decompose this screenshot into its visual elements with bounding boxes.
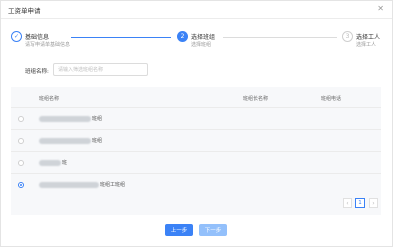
- step-3-number: 3: [342, 31, 353, 42]
- step-connector-2: [223, 37, 337, 38]
- dialog-header: 工资单申请 ✕: [1, 1, 392, 19]
- table-row-selected[interactable]: 班组工班组: [11, 173, 381, 195]
- table-row[interactable]: 班组: [11, 107, 381, 129]
- step-2-desc: 选择班组: [191, 42, 212, 48]
- row-radio[interactable]: [18, 160, 24, 166]
- redacted-team-name: [39, 138, 91, 144]
- redacted-team-name: [39, 116, 91, 122]
- column-header-team-name: 班组名称: [39, 96, 60, 102]
- step-3-title: 选择工人: [356, 34, 381, 41]
- team-table: 班组名称 班组长名称 班组电话 班组 班组 班 班组工班组: [11, 87, 381, 215]
- team-name-suffix: 班: [62, 160, 68, 166]
- wage-application-dialog: 工资单申请 ✕ ✓ 基础信息 请写申请单基础信息 2 选择班组 选择班组 3 选…: [0, 0, 393, 247]
- column-header-leader-name: 班组长名称: [243, 96, 269, 102]
- pagination-prev-icon[interactable]: ‹: [343, 198, 352, 208]
- row-radio[interactable]: [18, 138, 24, 144]
- team-name-search-input[interactable]: [53, 63, 148, 76]
- step-1-check-icon: ✓: [11, 31, 22, 42]
- close-icon[interactable]: ✕: [377, 4, 384, 13]
- pagination-next-icon[interactable]: ›: [369, 198, 378, 208]
- table-row[interactable]: 班: [11, 151, 381, 173]
- team-name-label: 班组名称:: [25, 69, 49, 75]
- team-name-suffix: 班组: [92, 116, 103, 122]
- next-step-button[interactable]: 下一步: [199, 224, 227, 236]
- step-1-desc: 请写申请单基础信息: [25, 42, 71, 48]
- dialog-title: 工资单申请: [8, 7, 41, 15]
- step-3-desc: 选择工人: [356, 42, 377, 48]
- row-radio[interactable]: [18, 116, 24, 122]
- step-connector-1: [71, 37, 171, 38]
- pagination-page-1[interactable]: 1: [355, 198, 365, 208]
- step-2-title: 选择班组: [191, 34, 216, 41]
- previous-step-button[interactable]: 上一步: [165, 224, 193, 236]
- table-row[interactable]: 班组: [11, 129, 381, 151]
- team-name-suffix: 班组: [92, 138, 103, 144]
- redacted-team-name: [39, 160, 61, 166]
- step-2-number: 2: [177, 31, 188, 42]
- row-radio-selected[interactable]: [18, 182, 24, 188]
- column-header-phone: 班组电话: [321, 96, 342, 102]
- step-1-title: 基础信息: [25, 34, 50, 41]
- redacted-team-name: [39, 182, 99, 188]
- team-name-suffix: 班组工班组: [100, 182, 126, 188]
